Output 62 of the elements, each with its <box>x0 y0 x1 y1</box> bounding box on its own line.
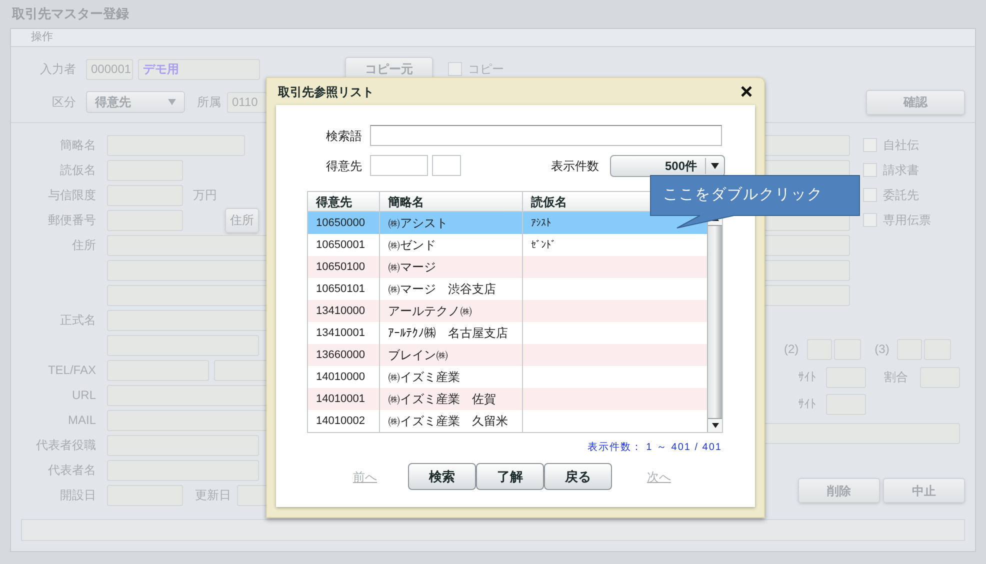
term-label: (2) <box>784 341 799 358</box>
field-label: 代表者役職 <box>35 437 96 454</box>
checkbox-label: 請求書 <box>883 162 919 179</box>
term-label: ｻｲﾄ <box>798 396 816 413</box>
field-label: 与信限度 <box>47 187 96 204</box>
caret-icon <box>711 162 719 168</box>
field-label: 住所 <box>71 237 96 254</box>
field-label: 表示件数 <box>551 158 599 174</box>
field-label: 簡略名 <box>59 137 96 154</box>
column-header[interactable]: 得意先 <box>308 192 380 211</box>
term-label: 割合 <box>884 369 908 386</box>
table-cell: ㈱イズミ産業 久留米 <box>380 410 523 432</box>
table-row[interactable]: 13660000 ブレイン㈱ <box>308 344 707 366</box>
checkbox[interactable] <box>863 213 877 227</box>
result-count: 表示件数： 1 ～ 401 / 401 <box>587 440 722 455</box>
close-icon <box>740 86 752 97</box>
button[interactable]: 戻る <box>544 463 612 490</box>
field-label: MAIL <box>66 412 96 429</box>
field-label: 入力者 <box>39 61 76 78</box>
checkbox[interactable] <box>448 62 462 76</box>
field-label: URL <box>70 387 96 404</box>
checkbox-label: コピー <box>468 61 504 78</box>
checkbox[interactable] <box>863 138 877 152</box>
term-label: ｻｲﾄ <box>798 369 816 386</box>
table-cell-text: ｱｼｽﾄ <box>530 216 552 230</box>
field-label: 正式名 <box>59 312 96 329</box>
window-title: 取引先マスター登録 <box>10 5 130 24</box>
button[interactable]: 了解 <box>476 463 544 490</box>
unit-label: 万円 <box>193 187 217 204</box>
field-label: 郵便番号 <box>47 212 96 229</box>
table-cell-text: ｾﾞﾝﾄﾞ <box>530 238 557 252</box>
input-field[interactable] <box>370 155 428 176</box>
table-row[interactable]: 14010001 ㈱イズミ産業 佐賀 <box>308 388 707 410</box>
button[interactable]: 検索 <box>408 463 476 490</box>
field-label: 所属 <box>197 94 221 111</box>
table-row[interactable]: 10650000 ㈱アシスト ｱｼｽﾄ <box>308 212 707 234</box>
field-label: TEL/FAX <box>46 362 96 379</box>
double-click-tooltip: ここをダブルクリック <box>650 175 860 229</box>
checkbox-label: 専用伝票 <box>883 212 931 229</box>
field-label: 読仮名 <box>59 162 96 179</box>
field-label: 区分 <box>51 94 76 111</box>
dialog-title: 取引先参照リスト <box>278 84 374 100</box>
column-header[interactable]: 簡略名 <box>380 192 523 211</box>
count-select[interactable]: 500件 <box>610 154 725 176</box>
table-cell: 14010002 <box>308 410 380 432</box>
term-label: (3) <box>874 341 890 358</box>
field-label: 更新日 <box>195 487 231 504</box>
caret-icon <box>168 99 176 105</box>
search-field[interactable] <box>370 125 722 146</box>
field-label: 代表者名 <box>47 462 96 479</box>
field-label: 開設日 <box>59 487 96 504</box>
close-button[interactable] <box>739 84 753 98</box>
checkbox[interactable] <box>863 188 877 202</box>
down-arrow-icon[interactable] <box>712 423 718 428</box>
field-label: 得意先 <box>325 158 362 174</box>
field-label: 検索語 <box>325 128 362 144</box>
input-field[interactable] <box>432 155 461 176</box>
checkbox-label: 委託先 <box>883 187 919 204</box>
table-row[interactable]: 13410000 アールテクノ㈱ <box>308 300 707 322</box>
table-row[interactable]: 10650100 ㈱マージ <box>308 256 707 278</box>
checkbox[interactable] <box>863 163 877 177</box>
checkbox-label: 自社伝 <box>883 137 919 154</box>
